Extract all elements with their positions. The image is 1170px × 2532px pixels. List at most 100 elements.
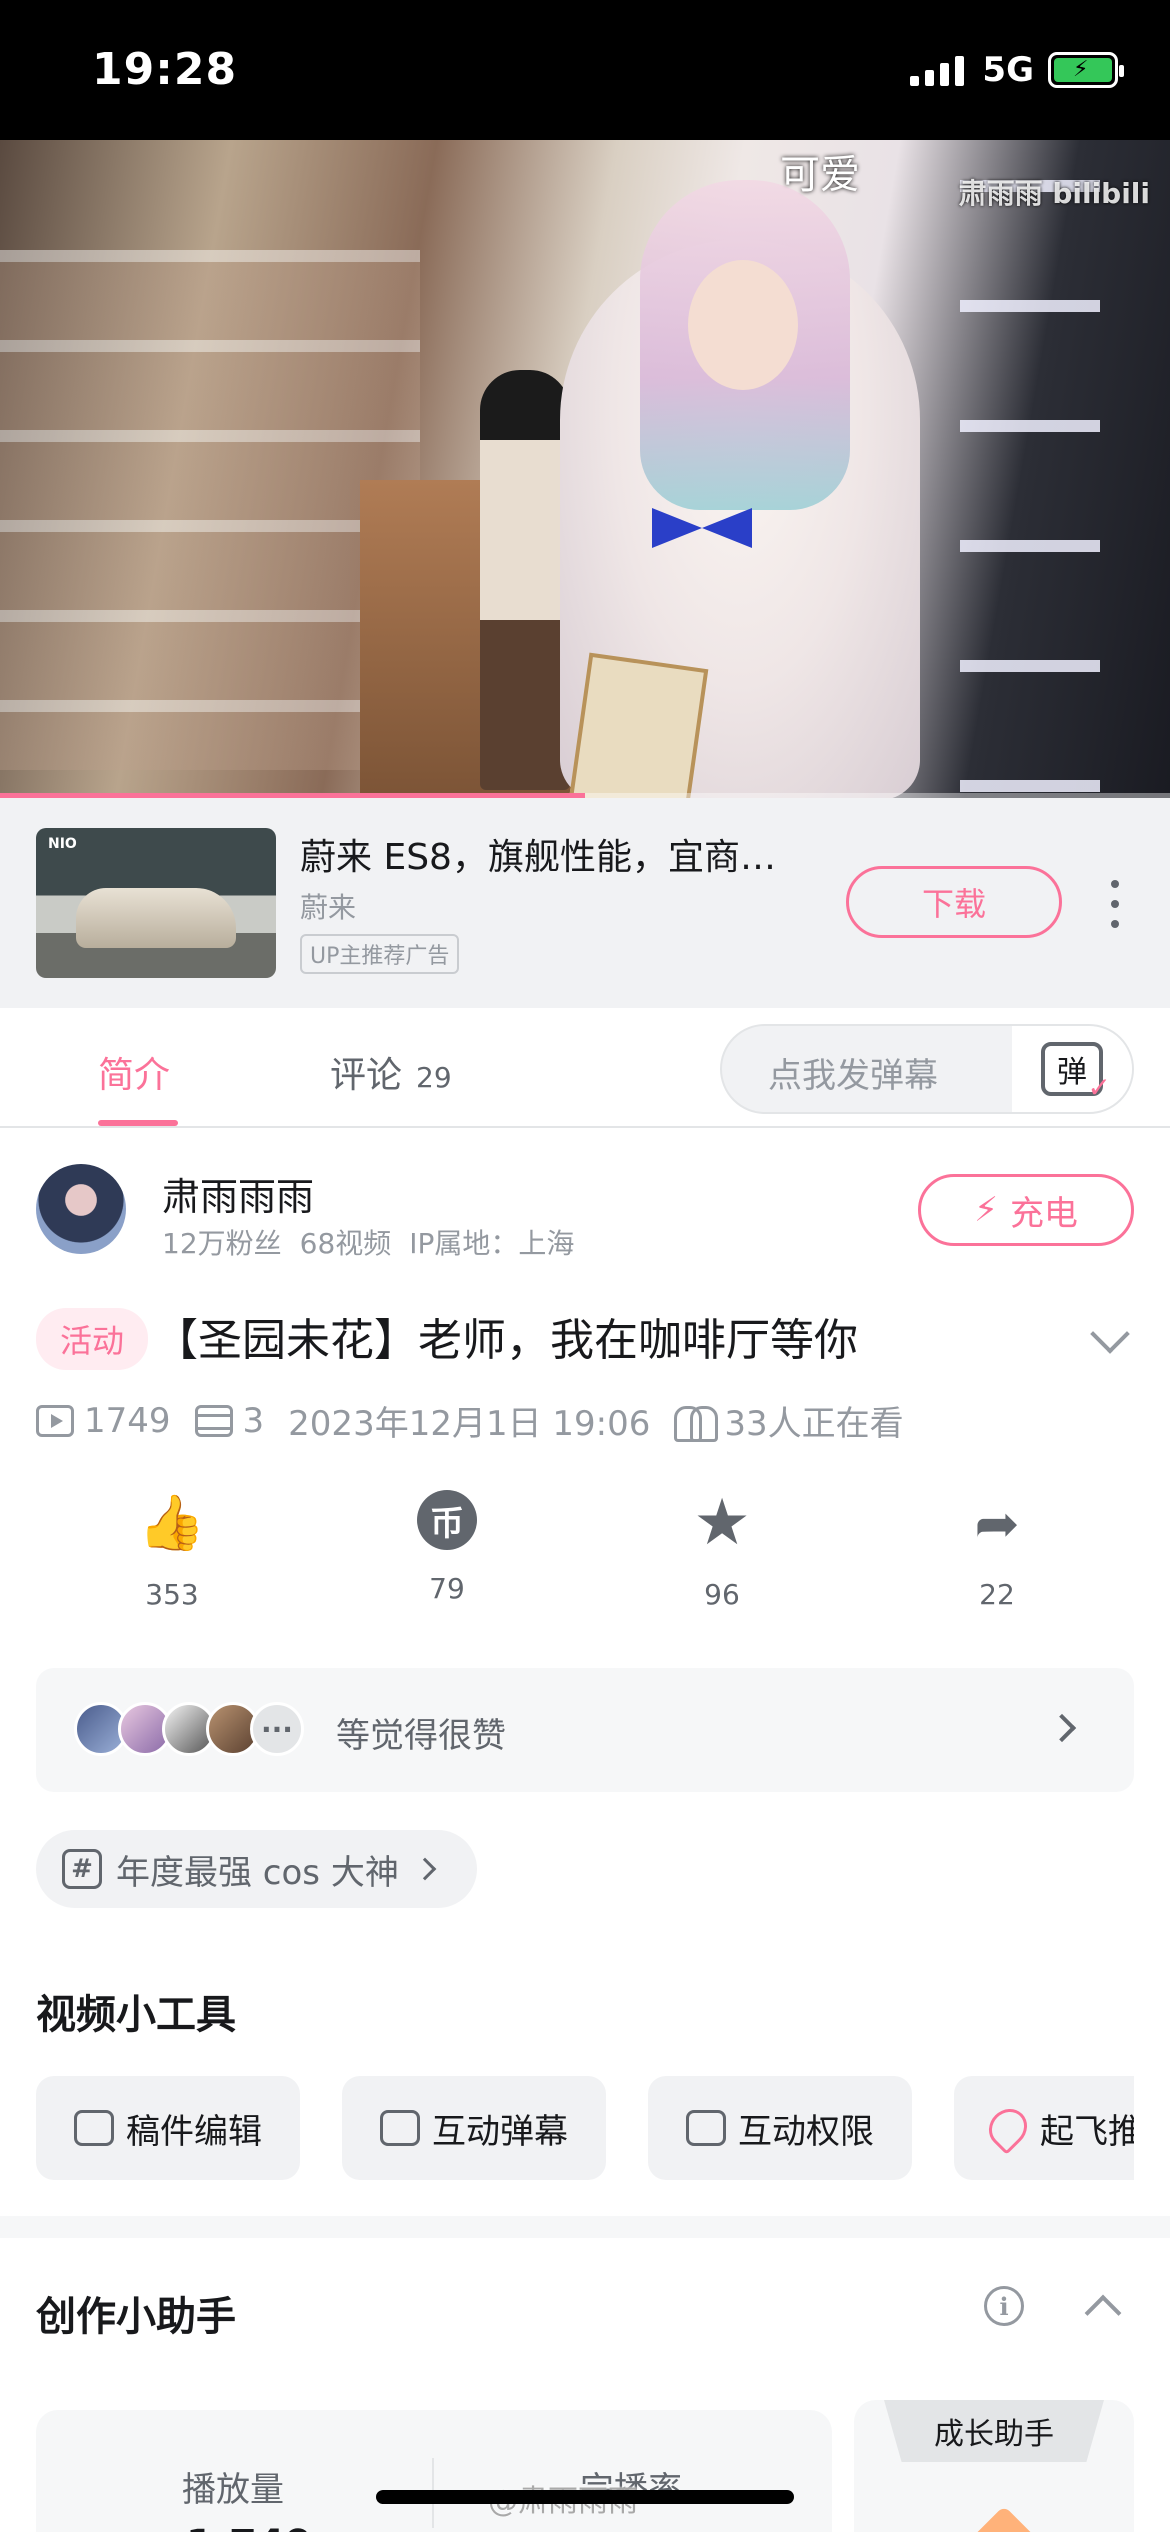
tool-permissions-label: 互动权限 <box>738 2111 874 2152</box>
activity-badge[interactable]: 活动 <box>36 1308 149 1370</box>
author-meta: 12万粉丝 68视频 IP属地：上海 <box>162 1222 574 1262</box>
author-name[interactable]: 肃雨雨雨 <box>162 1166 314 1221</box>
tab-bar: 简介 评论 29 点我发弹幕 弹 ✓ <box>0 1008 1170 1128</box>
home-indicator[interactable] <box>376 2490 794 2504</box>
play-count-value: 1749 <box>84 1400 171 1441</box>
danmaku-toggle-button[interactable]: 弹 ✓ <box>1012 1026 1132 1112</box>
author-fans: 12万粉丝 <box>162 1227 282 1260</box>
likers-row[interactable]: ··· 等觉得很赞 <box>36 1668 1134 1792</box>
share-count: 22 <box>979 1578 1015 1611</box>
chevron-down-icon[interactable] <box>1090 1314 1130 1354</box>
play-count: 1749 <box>36 1401 171 1441</box>
tool-interactive-danmaku-label: 互动弹幕 <box>432 2111 568 2152</box>
ad-brand: 蔚来 <box>300 891 357 924</box>
status-icons: 5G ⚡ <box>910 50 1124 90</box>
play-metric-label: 播放量 <box>182 2470 284 2510</box>
charge-button[interactable]: ⚡ 充电 <box>918 1174 1134 1246</box>
chevron-up-icon[interactable] <box>1084 2294 1122 2332</box>
author-ip: IP属地：上海 <box>409 1227 575 1260</box>
publish-date: 2023年12月1日 19:06 <box>288 1404 651 1444</box>
tool-edit[interactable]: 稿件编辑 <box>36 2076 300 2180</box>
tool-permissions[interactable]: 互动权限 <box>648 2076 912 2180</box>
favorite-count: 96 <box>704 1578 740 1611</box>
author-videos: 68视频 <box>299 1227 392 1260</box>
favorite-button[interactable]: ★ 96 <box>622 1486 822 1611</box>
play-count-icon <box>36 1404 74 1437</box>
tools-row: 稿件编辑 互动弹幕 互动权限 起飞推 <box>36 2076 1134 2180</box>
video-scene-person <box>480 370 570 790</box>
hashtag-icon: # <box>62 1849 102 1889</box>
ad-car-image <box>76 888 236 948</box>
more-likers-icon: ··· <box>250 1702 304 1756</box>
viewers-icon <box>674 1404 719 1442</box>
video-scene-shelves <box>0 250 420 770</box>
charge-label: 充电 <box>1009 1193 1078 1234</box>
bilibili-watermark: 肃雨雨 bilibili <box>958 177 1150 210</box>
assistant-title: 创作小助手 <box>36 2294 236 2340</box>
tool-boost-label: 起飞推 <box>1040 2111 1134 2152</box>
growth-assistant-card[interactable]: 成长助手 <box>854 2400 1134 2532</box>
tool-interactive-danmaku[interactable]: 互动弹幕 <box>342 2076 606 2180</box>
share-button[interactable]: ➦ 22 <box>897 1490 1097 1612</box>
video-title-row: 活动 【圣园未花】老师，我在咖啡厅等你 <box>36 1304 1134 1374</box>
nio-logo: NIO <box>48 836 77 852</box>
star-icon: ★ <box>693 1486 751 1560</box>
tab-intro[interactable]: 简介 <box>98 1046 170 1098</box>
coin-icon: 币 <box>417 1490 477 1550</box>
play-metric-value: 1,749 <box>186 2522 313 2532</box>
ad-tag: UP主推荐广告 <box>300 934 460 974</box>
growth-assistant-label: 成长助手 <box>884 2400 1104 2462</box>
danmaku-input[interactable]: 点我发弹幕 弹 ✓ <box>720 1024 1134 1114</box>
tool-boost[interactable]: 起飞推 <box>954 2076 1134 2180</box>
tab-comments-count: 29 <box>416 1061 452 1094</box>
battery-icon: ⚡ <box>1048 52 1124 88</box>
coin-count: 79 <box>429 1572 465 1605</box>
tab-comments[interactable]: 评论 29 <box>330 1046 452 1098</box>
interactive-danmaku-icon <box>380 2110 420 2146</box>
watching-now-value: 33人正在看 <box>724 1404 904 1444</box>
video-stats: 1749 3 2023年12月1日 19:06 33人正在看 <box>36 1396 904 1445</box>
tool-edit-label: 稿件编辑 <box>126 2111 262 2152</box>
ad-banner[interactable]: NIO 蔚来 ES8，旗舰性能，宜商… 蔚来 UP主推荐广告 下载 <box>0 798 1170 1008</box>
rocket-icon <box>981 2101 1035 2155</box>
tab-comments-label: 评论 <box>330 1055 403 1096</box>
like-button[interactable]: 👍 353 <box>72 1490 272 1611</box>
status-time: 19:28 <box>92 44 238 95</box>
download-button[interactable]: 下载 <box>846 866 1062 938</box>
likers-text: 等觉得很赞 <box>336 1716 506 1756</box>
topic-tag[interactable]: # 年度最强 cos 大神 <box>36 1830 477 1908</box>
network-type: 5G <box>982 50 1034 90</box>
tab-active-indicator <box>98 1120 178 1126</box>
danmaku-count: 3 <box>194 1400 265 1441</box>
like-count: 353 <box>145 1578 199 1611</box>
danmaku-count-icon <box>194 1404 233 1437</box>
ad-thumbnail[interactable]: NIO <box>36 828 276 978</box>
lock-icon <box>686 2110 726 2146</box>
metrics-card[interactable]: 播放量 完播率 1,749 <box>36 2410 832 2532</box>
action-bar: 👍 353 币 79 ★ 96 ➦ 22 <box>0 1486 1170 1630</box>
status-bar: 19:28 5G ⚡ <box>0 0 1170 140</box>
like-icon: 👍 <box>138 1491 206 1554</box>
video-scene-neon <box>960 140 1100 798</box>
danmaku-input-placeholder: 点我发弹幕 <box>768 1056 938 1096</box>
liker-avatars: ··· <box>74 1702 304 1756</box>
signal-icon <box>910 54 965 86</box>
avatar[interactable] <box>36 1164 126 1254</box>
video-scene-face <box>688 260 798 390</box>
video-player[interactable] <box>0 140 1170 798</box>
section-divider <box>0 2216 1170 2238</box>
danmaku-text: 可爱 <box>780 152 860 198</box>
topic-tag-label: 年度最强 cos 大神 <box>116 1852 399 1893</box>
ad-title[interactable]: 蔚来 ES8，旗舰性能，宜商… <box>300 828 776 880</box>
info-icon[interactable]: i <box>984 2286 1024 2326</box>
author-row: 肃雨雨雨 12万粉丝 68视频 IP属地：上海 ⚡ 充电 <box>0 1130 1170 1280</box>
tools-title: 视频小工具 <box>36 1992 236 2038</box>
watching-now: 33人正在看 <box>674 1396 904 1445</box>
danmaku-icon: 弹 ✓ <box>1041 1042 1111 1104</box>
growth-icon <box>961 2505 1047 2532</box>
chevron-right-icon <box>1047 1713 1077 1743</box>
chevron-right-icon <box>413 1857 437 1881</box>
danmaku-count-value: 3 <box>242 1400 265 1441</box>
coin-button[interactable]: 币 79 <box>347 1490 547 1605</box>
more-icon[interactable] <box>1106 880 1124 928</box>
